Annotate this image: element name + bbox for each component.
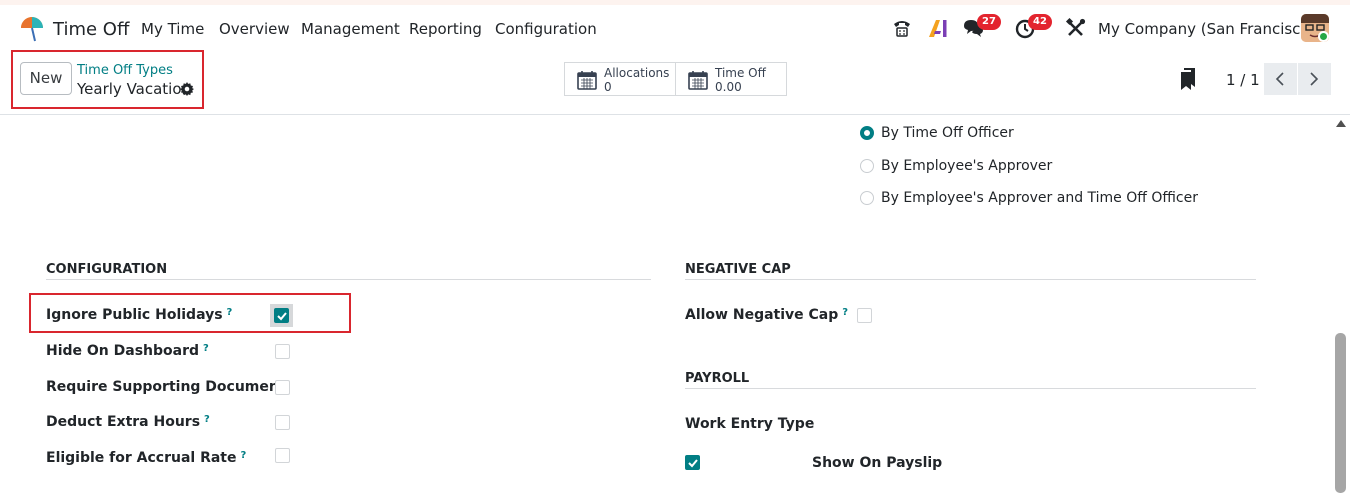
show-on-payslip-label: Show On Payslip	[812, 455, 943, 471]
chat-count-badge: 27	[977, 14, 1001, 30]
approval-option-label: By Time Off Officer	[881, 125, 1014, 141]
menu-overview[interactable]: Overview	[219, 20, 290, 38]
help-tooltip-icon[interactable]: ?	[204, 414, 210, 425]
record-title: Yearly Vacation	[77, 80, 192, 98]
allocations-smart-button[interactable]: Allocations 0	[564, 62, 676, 96]
require-supporting-document-checkbox[interactable]	[275, 380, 290, 395]
require-supporting-document-label: Require Supporting Document	[46, 379, 286, 395]
ignore-public-holidays-checkbox[interactable]	[274, 308, 289, 323]
time-off-smart-button[interactable]: Time Off 0.00	[675, 62, 787, 96]
new-button[interactable]: New	[20, 62, 72, 95]
tools-icon[interactable]	[1065, 17, 1087, 39]
bookmark-icon[interactable]	[1180, 68, 1196, 90]
help-tooltip-icon[interactable]: ?	[842, 307, 848, 318]
field-label-text: Eligible for Accrual Rate	[46, 450, 237, 466]
pager-next-button[interactable]	[1298, 63, 1331, 95]
chevron-right-icon	[1310, 72, 1319, 86]
section-divider	[685, 388, 1256, 389]
app-name[interactable]: Time Off	[53, 19, 129, 40]
work-entry-type-label: Work Entry Type	[685, 416, 815, 432]
calendar-icon	[577, 71, 597, 90]
approval-option-label: By Employee's Approver	[881, 158, 1053, 174]
hide-on-dashboard-label: Hide On Dashboard?	[46, 343, 209, 359]
breadcrumb-time-off-types[interactable]: Time Off Types	[77, 63, 173, 78]
pager-value[interactable]: 1 / 1	[1226, 71, 1260, 89]
ai-icon[interactable]	[927, 17, 949, 39]
activity-count-badge: 42	[1028, 14, 1052, 30]
radio-selected[interactable]	[860, 126, 874, 140]
field-label-text: Ignore Public Holidays	[46, 307, 223, 323]
field-label-text: Allow Negative Cap	[685, 307, 839, 323]
configuration-section-title: CONFIGURATION	[46, 262, 168, 277]
allocations-label: Allocations	[604, 66, 670, 80]
field-label-text: Hide On Dashboard	[46, 343, 200, 359]
checkmark-icon	[277, 312, 287, 321]
chevron-left-icon	[1275, 72, 1284, 86]
section-divider	[46, 279, 651, 280]
allocations-value: 0	[604, 80, 612, 94]
section-divider	[685, 279, 1256, 280]
radio-unselected[interactable]	[860, 191, 874, 205]
eligible-accrual-rate-checkbox[interactable]	[275, 448, 290, 463]
eligible-accrual-rate-label: Eligible for Accrual Rate?	[46, 450, 246, 466]
negative-cap-section-title: NEGATIVE CAP	[685, 262, 791, 277]
radio-unselected[interactable]	[860, 159, 874, 173]
field-label-text: Require Supporting Document	[46, 379, 286, 395]
checkmark-icon	[688, 459, 698, 468]
show-on-payslip-checkbox[interactable]	[685, 455, 700, 470]
online-status-dot	[1318, 31, 1329, 42]
menu-management[interactable]: Management	[301, 20, 400, 38]
payroll-section-title: PAYROLL	[685, 371, 750, 386]
gear-icon[interactable]	[180, 82, 194, 96]
company-switcher[interactable]: My Company (San Francisco)	[1098, 20, 1315, 38]
help-tooltip-icon[interactable]: ?	[203, 343, 209, 354]
approval-option-label: By Employee's Approver and Time Off Offi…	[881, 190, 1198, 206]
allow-negative-cap-checkbox[interactable]	[857, 308, 872, 323]
scroll-up-arrow-icon[interactable]	[1336, 120, 1346, 127]
hide-on-dashboard-checkbox[interactable]	[275, 344, 290, 359]
menu-reporting[interactable]: Reporting	[409, 20, 482, 38]
menu-configuration[interactable]: Configuration	[495, 20, 597, 38]
ignore-public-holidays-label: Ignore Public Holidays?	[46, 307, 232, 323]
time-off-value: 0.00	[715, 80, 742, 94]
deduct-extra-hours-label: Deduct Extra Hours?	[46, 414, 210, 430]
time-off-app-logo-icon[interactable]	[19, 16, 45, 42]
help-tooltip-icon[interactable]: ?	[241, 450, 247, 461]
pager-previous-button[interactable]	[1264, 63, 1297, 95]
field-label-text: Deduct Extra Hours	[46, 414, 201, 430]
help-tooltip-icon[interactable]: ?	[227, 307, 233, 318]
allow-negative-cap-label: Allow Negative Cap?	[685, 307, 848, 323]
time-off-label: Time Off	[715, 66, 766, 80]
menu-my-time[interactable]: My Time	[141, 20, 204, 38]
scrollbar-thumb[interactable]	[1335, 333, 1346, 493]
deduct-extra-hours-checkbox[interactable]	[275, 415, 290, 430]
phone-icon[interactable]	[891, 17, 913, 39]
calendar-icon	[688, 71, 708, 90]
